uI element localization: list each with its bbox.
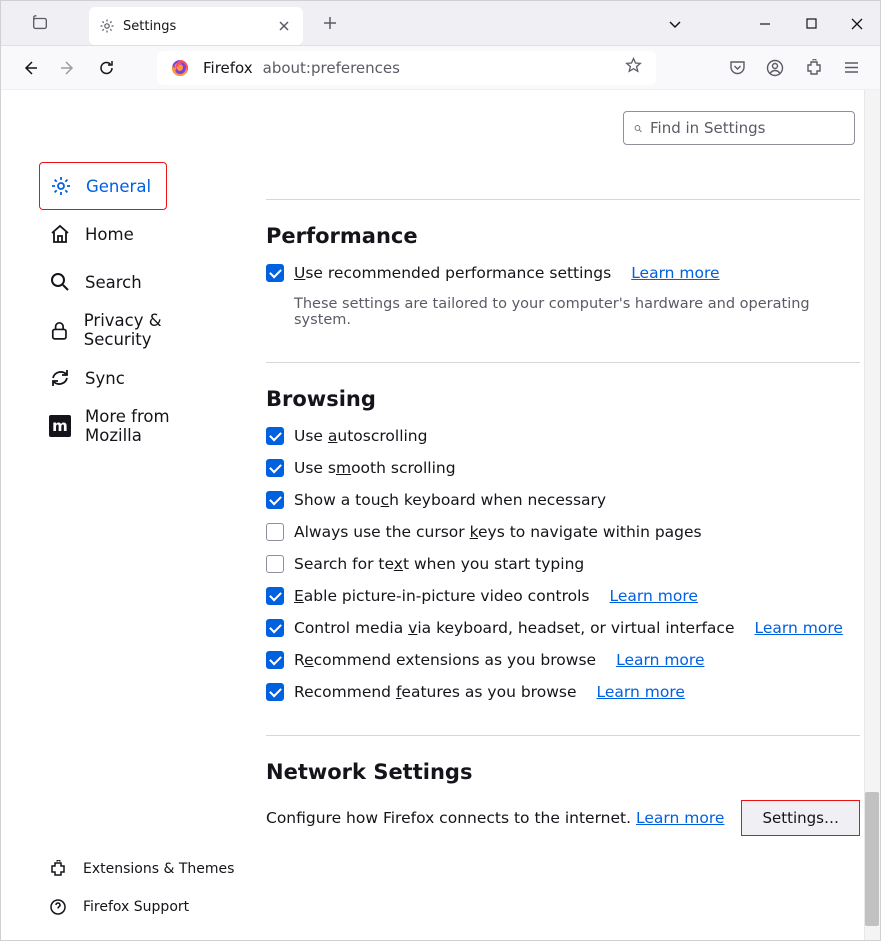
learn-more-link[interactable]: Learn more xyxy=(754,619,842,637)
url-identity xyxy=(163,59,197,77)
gear-icon xyxy=(50,175,72,197)
lock-icon xyxy=(49,319,70,341)
checkbox-recommend-features[interactable] xyxy=(266,683,284,701)
vertical-scrollbar[interactable] xyxy=(864,90,880,940)
checkbox-label: Recommend features as you browse xyxy=(294,683,576,701)
content-area: General Home Search Privacy & Security S… xyxy=(1,90,880,940)
checkbox-search-text-typing[interactable] xyxy=(266,555,284,573)
sidebar-label: Extensions & Themes xyxy=(83,861,234,877)
back-button[interactable] xyxy=(13,51,47,85)
network-settings-button[interactable]: Settings… xyxy=(741,800,860,836)
minimize-button[interactable] xyxy=(742,1,788,46)
checkbox-recommend-extensions[interactable] xyxy=(266,651,284,669)
sidebar-label: Home xyxy=(85,225,134,244)
close-button[interactable] xyxy=(834,1,880,46)
checkbox-label: Control media via keyboard, headset, or … xyxy=(294,619,734,637)
section-heading: Browsing xyxy=(266,387,860,411)
tab-label: Settings xyxy=(123,19,275,34)
network-desc: Configure how Firefox connects to the in… xyxy=(266,809,724,827)
sidebar-item-sync[interactable]: Sync xyxy=(39,354,236,402)
section-heading: Network Settings xyxy=(266,760,860,784)
sidebar-label: Privacy & Security xyxy=(84,311,226,349)
checkbox-label: Show a touch keyboard when necessary xyxy=(294,491,606,509)
section-heading: Performance xyxy=(266,224,860,248)
sidebar-item-home[interactable]: Home xyxy=(39,210,236,258)
sidebar-label: Firefox Support xyxy=(83,899,189,915)
url-bar[interactable]: Firefoxabout:preferences xyxy=(157,51,656,85)
forward-button[interactable] xyxy=(51,51,85,85)
gear-icon xyxy=(99,18,115,34)
sidebar-bottom: Extensions & Themes Firefox Support xyxy=(39,850,244,926)
checkbox-smooth-scrolling[interactable] xyxy=(266,459,284,477)
sidebar-label: Search xyxy=(85,273,142,292)
home-icon xyxy=(49,223,71,245)
main-panel: Performance Use recommended performance … xyxy=(236,90,880,940)
titlebar: Settings xyxy=(1,1,880,46)
bookmark-star-icon[interactable] xyxy=(617,57,650,78)
url-text: Firefoxabout:preferences xyxy=(197,59,400,77)
sync-icon xyxy=(49,367,71,389)
learn-more-link[interactable]: Learn more xyxy=(610,587,698,605)
tab-list-button[interactable] xyxy=(19,2,61,44)
window-controls xyxy=(742,1,880,46)
search-input[interactable] xyxy=(650,119,844,137)
sidebar-item-extensions[interactable]: Extensions & Themes xyxy=(39,850,244,888)
extensions-button[interactable] xyxy=(796,51,830,85)
performance-desc: These settings are tailored to your comp… xyxy=(294,296,860,328)
checkbox-label: Eable picture-in-picture video controls xyxy=(294,587,590,605)
firefox-icon xyxy=(171,59,189,77)
learn-more-link[interactable]: Learn more xyxy=(631,264,719,282)
checkbox-media-keyboard[interactable] xyxy=(266,619,284,637)
checkbox-autoscrolling[interactable] xyxy=(266,427,284,445)
search-settings-box[interactable] xyxy=(623,111,855,145)
checkbox-label: Use recommended performance settings xyxy=(294,264,611,282)
puzzle-icon xyxy=(49,860,67,878)
browser-tab[interactable]: Settings xyxy=(89,7,303,45)
checkbox-recommended-performance[interactable] xyxy=(266,264,284,282)
learn-more-link[interactable]: Learn more xyxy=(636,809,724,827)
tab-close-button[interactable] xyxy=(275,17,293,35)
sidebar-item-privacy[interactable]: Privacy & Security xyxy=(39,306,236,354)
help-icon xyxy=(49,898,67,916)
mozilla-icon: m xyxy=(49,415,71,437)
new-tab-button[interactable] xyxy=(315,8,345,38)
learn-more-link[interactable]: Learn more xyxy=(616,651,704,669)
checkbox-label: Always use the cursor keys to navigate w… xyxy=(294,523,702,541)
reload-button[interactable] xyxy=(89,51,123,85)
sidebar-item-search[interactable]: Search xyxy=(39,258,236,306)
checkbox-label: Use autoscrolling xyxy=(294,427,427,445)
scrollbar-thumb[interactable] xyxy=(865,792,879,926)
checkbox-pip[interactable] xyxy=(266,587,284,605)
section-browsing: Browsing Use autoscrolling Use smooth sc… xyxy=(266,362,860,701)
search-icon xyxy=(49,271,71,293)
checkbox-label: Search for text when you start typing xyxy=(294,555,584,573)
sidebar-item-support[interactable]: Firefox Support xyxy=(39,888,244,926)
checkbox-touch-keyboard[interactable] xyxy=(266,491,284,509)
learn-more-link[interactable]: Learn more xyxy=(596,683,684,701)
pocket-button[interactable] xyxy=(720,51,754,85)
checkbox-label: Use smooth scrolling xyxy=(294,459,456,477)
account-button[interactable] xyxy=(758,51,792,85)
sidebar: General Home Search Privacy & Security S… xyxy=(1,90,236,940)
sidebar-item-general[interactable]: General xyxy=(39,162,167,210)
tabs-chevron-button[interactable] xyxy=(652,1,698,46)
sidebar-label: Sync xyxy=(85,369,125,388)
sidebar-label: More from Mozilla xyxy=(85,407,226,445)
sidebar-item-more-mozilla[interactable]: m More from Mozilla xyxy=(39,402,236,450)
checkbox-label: Recommend extensions as you browse xyxy=(294,651,596,669)
menu-button[interactable] xyxy=(834,51,868,85)
maximize-button[interactable] xyxy=(788,1,834,46)
navigation-toolbar: Firefoxabout:preferences xyxy=(1,46,880,90)
checkbox-cursor-keys[interactable] xyxy=(266,523,284,541)
section-performance: Performance Use recommended performance … xyxy=(266,199,860,328)
sidebar-label: General xyxy=(86,177,151,196)
section-network: Network Settings Configure how Firefox c… xyxy=(266,735,860,836)
